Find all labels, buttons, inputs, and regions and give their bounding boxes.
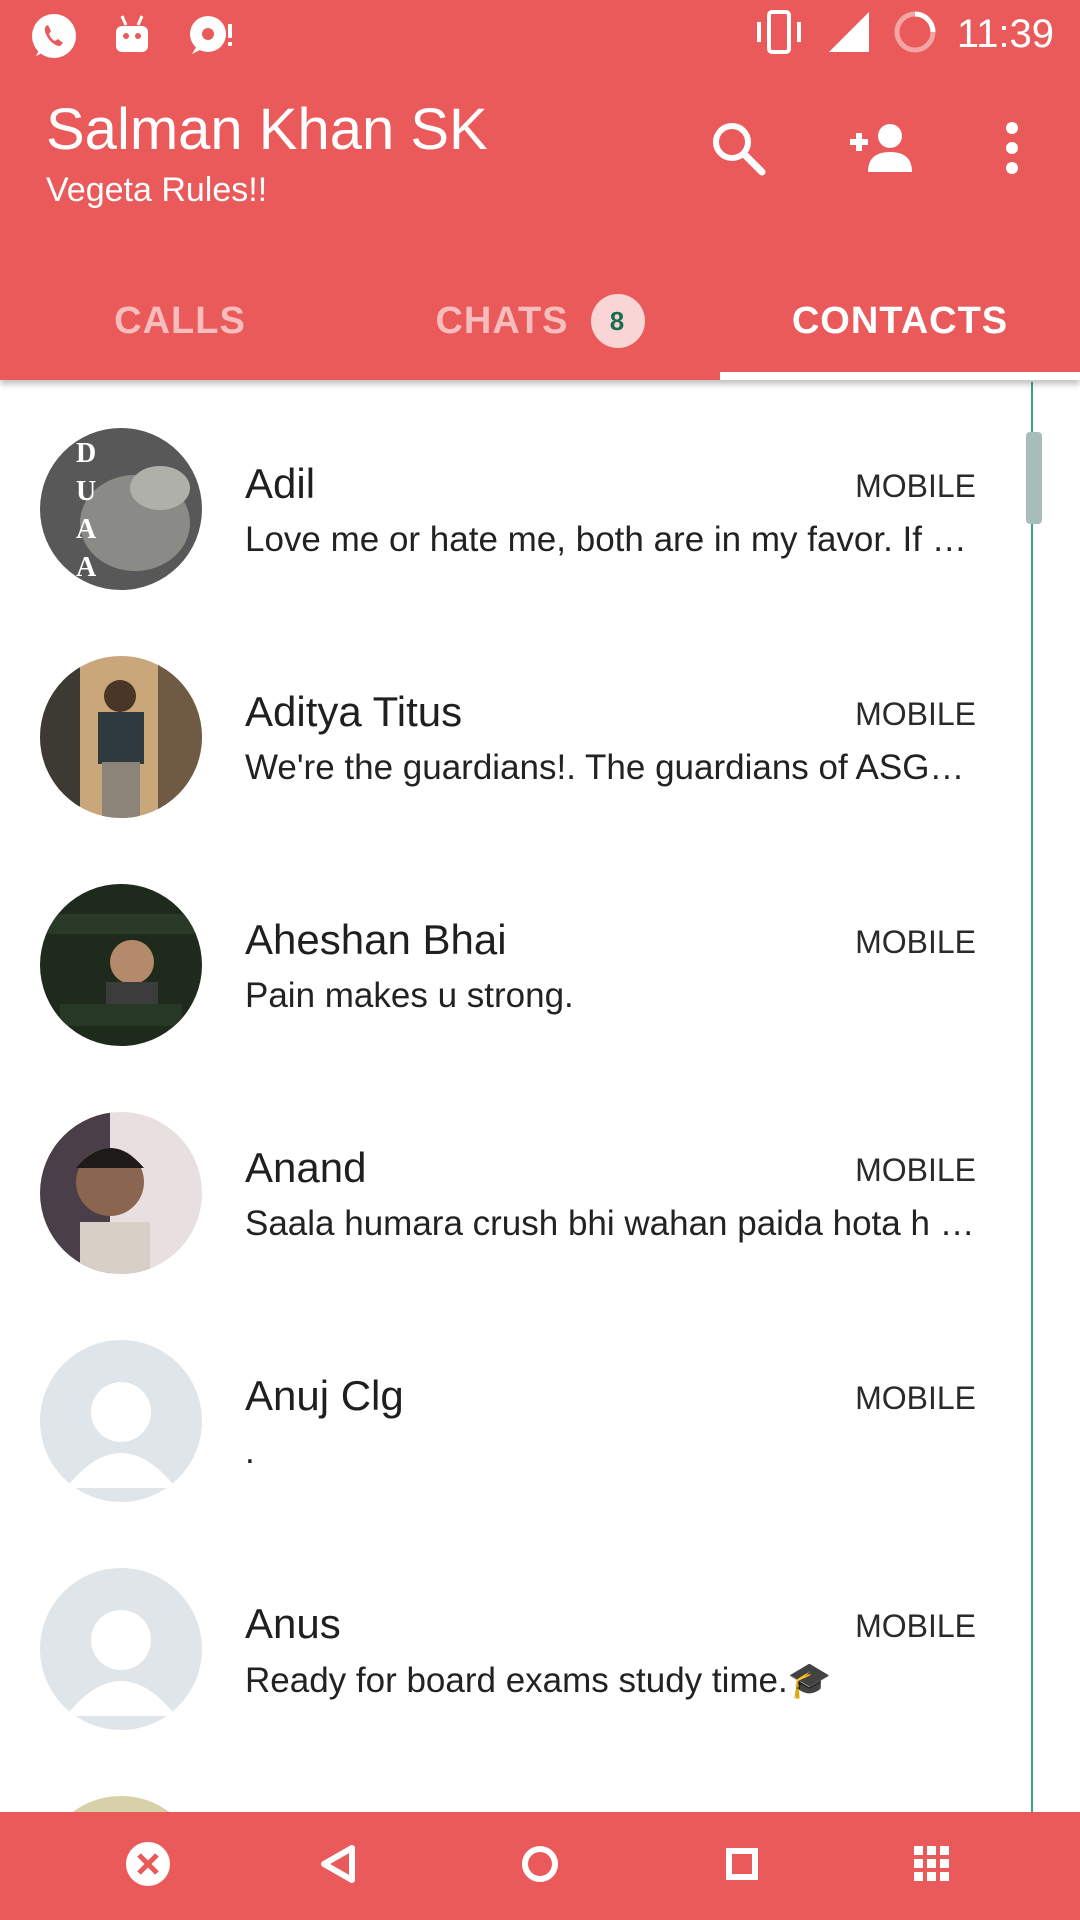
scrollbar-track <box>1031 382 1033 1812</box>
contact-row-anus[interactable]: Anus MOBILE Ready for board exams study … <box>0 1520 1030 1748</box>
svg-text:D: D <box>76 438 96 469</box>
recents-button[interactable] <box>710 1834 774 1898</box>
contact-type: MOBILE <box>855 1380 976 1416</box>
page-subtitle: Vegeta Rules!! <box>46 171 268 209</box>
svg-text:A: A <box>76 552 97 583</box>
battery-icon <box>891 8 939 61</box>
more-vert-icon <box>1002 118 1022 183</box>
contact-type: MOBILE <box>855 696 976 732</box>
tab-contacts[interactable]: CONTACTS <box>720 262 1080 380</box>
avatar[interactable] <box>40 656 202 818</box>
android-icon <box>108 10 156 67</box>
search-icon <box>708 118 768 183</box>
close-circle-icon <box>124 1840 172 1893</box>
contact-row-anand[interactable]: Anand MOBILE Saala humara crush bhi waha… <box>0 1064 1030 1292</box>
contact-name: Aditya Titus <box>245 688 463 735</box>
contact-status: . <box>245 1432 255 1471</box>
contact-row-anuj-clg[interactable]: Anuj Clg MOBILE . <box>0 1292 1030 1520</box>
default-avatar[interactable] <box>40 1568 202 1730</box>
contacts-list[interactable]: DUAA Adil MOBILE Love me or hate me, bot… <box>0 380 1080 1812</box>
contact-status: We're the guardians!. The guardians of A… <box>245 748 980 787</box>
tab-calls[interactable]: CALLS <box>0 262 360 380</box>
vibrate-icon <box>751 8 807 61</box>
tab-calls-label: CALLS <box>114 299 246 342</box>
contact-row-adil[interactable]: DUAA Adil MOBILE Love me or hate me, bot… <box>0 380 1030 608</box>
recents-icon <box>720 1842 764 1891</box>
contact-name: Aheshan Bhai <box>245 916 507 963</box>
active-tab-indicator <box>720 372 1080 380</box>
contact-name: Anand <box>245 1144 367 1191</box>
contact-name: Anuj Clg <box>245 1372 404 1419</box>
page-title: Salman Khan SK <box>46 97 488 162</box>
avatar[interactable]: DUAA <box>40 428 202 590</box>
apps-grid-icon <box>910 1842 954 1891</box>
contact-type: MOBILE <box>855 468 976 504</box>
status-time: 11:39 <box>956 12 1054 56</box>
back-button[interactable] <box>306 1834 370 1898</box>
contact-name: Anus <box>245 1600 341 1647</box>
contact-status: Saala humara crush bhi wahan paida hota … <box>245 1204 980 1243</box>
svg-text:U: U <box>76 476 96 507</box>
default-avatar[interactable] <box>40 1340 202 1502</box>
app-bar: 11:39 Salman Khan SK Vegeta Rules!! CALL… <box>0 0 1080 380</box>
avatar[interactable] <box>40 884 202 1046</box>
whatsapp-icon <box>28 10 80 67</box>
search-button[interactable] <box>698 110 778 190</box>
contact-status: Love me or hate me, both are in my favor… <box>245 520 980 559</box>
more-options-button[interactable] <box>972 110 1052 190</box>
add-contact-button[interactable] <box>842 110 922 190</box>
svg-text:A: A <box>76 514 97 545</box>
tab-chats[interactable]: CHATS 8 <box>360 262 720 380</box>
contact-row-partial[interactable] <box>0 1748 1030 1812</box>
chat-bubble-icon <box>184 10 236 67</box>
contact-row-aditya-titus[interactable]: Aditya Titus MOBILE We're the guardians!… <box>0 608 1030 836</box>
tab-contacts-label: CONTACTS <box>791 299 1009 342</box>
home-button[interactable] <box>508 1834 572 1898</box>
signal-icon <box>825 8 873 61</box>
back-icon <box>316 1842 360 1891</box>
contact-name: Adil <box>245 460 316 507</box>
tab-chats-label: CHATS <box>435 299 569 342</box>
contact-row-aheshan-bhai[interactable]: Aheshan Bhai MOBILE Pain makes u strong. <box>0 836 1030 1064</box>
scrollbar-thumb[interactable] <box>1026 432 1042 524</box>
add-contact-icon <box>846 118 918 183</box>
close-button[interactable] <box>116 1834 180 1898</box>
avatar[interactable] <box>40 1796 202 1812</box>
contact-type: MOBILE <box>855 1608 976 1644</box>
status-bar: 11:39 <box>0 0 1080 70</box>
contact-status: Ready for board exams study time.🎓 <box>245 1661 832 1700</box>
contact-status: Pain makes u strong. <box>245 976 574 1015</box>
navigation-bar <box>0 1812 1080 1920</box>
unread-badge: 8 <box>590 294 645 348</box>
tab-bar: CALLS CHATS 8 CONTACTS <box>0 262 1080 380</box>
contact-type: MOBILE <box>855 924 976 960</box>
home-icon <box>518 1842 562 1891</box>
apps-button[interactable] <box>900 1834 964 1898</box>
avatar[interactable] <box>40 1112 202 1274</box>
contact-type: MOBILE <box>855 1152 976 1188</box>
